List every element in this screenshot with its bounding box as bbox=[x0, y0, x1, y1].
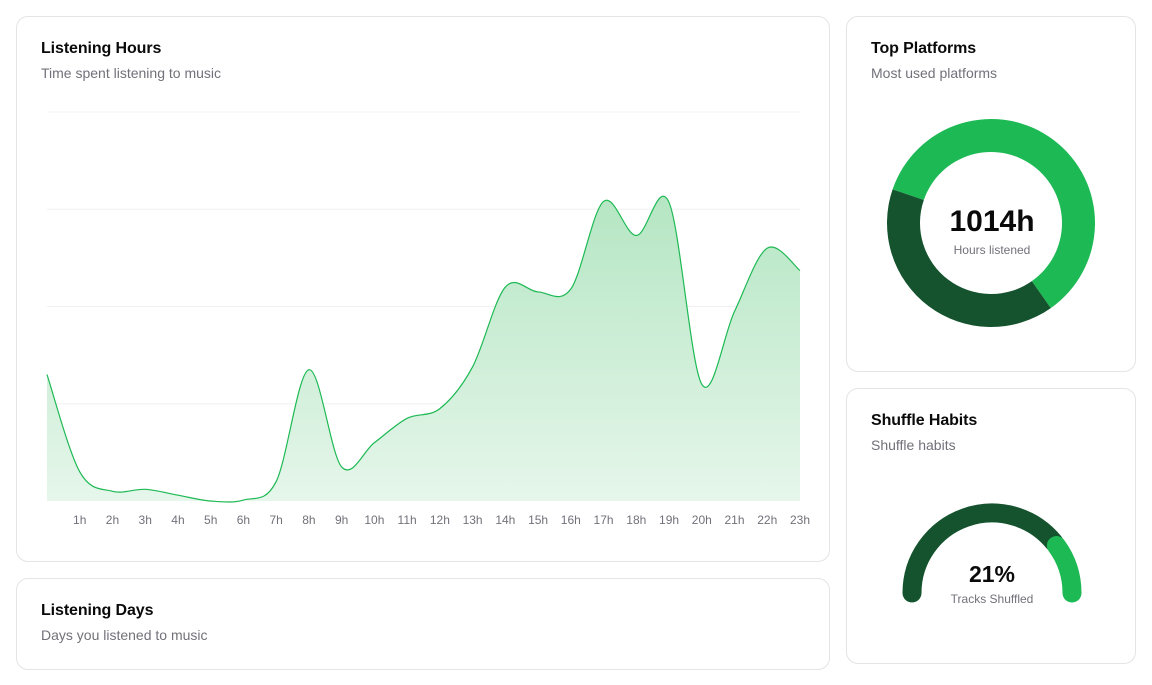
x-tick-label: 17h bbox=[594, 513, 614, 527]
listening-days-card: Listening Days Days you listened to musi… bbox=[16, 578, 830, 670]
x-tick-label: 19h bbox=[659, 513, 679, 527]
hours-data-point-5h bbox=[208, 498, 214, 504]
hours-area-fill bbox=[47, 196, 800, 503]
hours-data-point-7h bbox=[273, 479, 279, 485]
hours-data-point-22h bbox=[764, 245, 770, 251]
hours-data-point-15h bbox=[535, 289, 541, 295]
x-tick-label: 20h bbox=[692, 513, 712, 527]
hours-listened-value: 1014h bbox=[949, 205, 1035, 238]
x-tick-label: 14h bbox=[495, 513, 515, 527]
hours-data-point-10h bbox=[371, 440, 377, 446]
hours-data-point-1h bbox=[77, 469, 83, 475]
tracks-shuffled-value: 21% bbox=[968, 561, 1016, 587]
x-tick-label: 1h bbox=[73, 513, 86, 527]
x-tick-label: 11h bbox=[398, 513, 417, 527]
hours-data-point-8h bbox=[306, 367, 312, 373]
top-platforms-card: Top Platforms Most used platforms 1014h … bbox=[846, 16, 1136, 372]
listening-hours-card: Listening Hours Time spent listening to … bbox=[16, 16, 830, 562]
hours-data-point-16h bbox=[568, 286, 574, 292]
shuffle-habits-card: Shuffle Habits Shuffle habits 21% Tracks… bbox=[846, 388, 1136, 664]
x-tick-label: 3h bbox=[139, 513, 152, 527]
hours-data-point-0h bbox=[44, 372, 50, 378]
x-tick-label: 10h bbox=[364, 513, 384, 527]
listening-hours-area-chart: 1h 2h 3h 4h 5h 6h 7h 8h 9h 10h 11h 12h 13h 14h 15h 16h 1… bbox=[44, 111, 810, 527]
top-platforms-donut-chart bbox=[887, 119, 1095, 328]
hours-data-point-4h bbox=[175, 492, 181, 498]
x-tick-label: 9h bbox=[335, 513, 348, 527]
hours-data-point-23h bbox=[797, 268, 803, 274]
x-tick-label: 23h bbox=[790, 513, 810, 527]
hours-data-point-18h bbox=[633, 233, 639, 239]
tracks-shuffled-label: Tracks Shuffled bbox=[950, 592, 1034, 606]
x-tick-label: 15h bbox=[528, 513, 548, 527]
hours-data-point-12h bbox=[437, 406, 443, 412]
x-tick-label: 4h bbox=[171, 513, 184, 527]
hours-data-point-13h bbox=[470, 364, 476, 370]
hours-data-point-6h bbox=[240, 497, 246, 503]
hours-data-point-19h bbox=[666, 199, 672, 205]
x-tick-label: 2h bbox=[106, 513, 119, 527]
x-tick-label: 22h bbox=[757, 513, 777, 527]
x-tick-label: 13h bbox=[463, 513, 483, 527]
x-tick-label: 8h bbox=[302, 513, 315, 527]
listening-days-title: Listening Days bbox=[41, 602, 154, 619]
hours-data-point-11h bbox=[404, 415, 410, 421]
hours-data-point-14h bbox=[502, 284, 508, 290]
x-tick-label: 5h bbox=[204, 513, 217, 527]
hours-data-point-21h bbox=[732, 308, 738, 314]
x-tick-label: 16h bbox=[561, 513, 581, 527]
listening-days-subtitle: Days you listened to music bbox=[41, 627, 208, 643]
hours-data-point-17h bbox=[601, 198, 607, 204]
x-tick-label: 6h bbox=[237, 513, 250, 527]
hours-data-point-20h bbox=[699, 381, 705, 387]
x-tick-label: 12h bbox=[430, 513, 450, 527]
shuffle-habits-gauge-chart bbox=[902, 503, 1082, 603]
x-tick-label: 7h bbox=[269, 513, 282, 527]
hours-listened-label: Hours listened bbox=[953, 243, 1031, 257]
hours-data-point-9h bbox=[339, 464, 345, 470]
hours-data-point-3h bbox=[142, 486, 148, 492]
x-tick-label: 21h bbox=[725, 513, 745, 527]
x-tick-label: 18h bbox=[626, 513, 646, 527]
hours-data-point-2h bbox=[109, 488, 115, 494]
